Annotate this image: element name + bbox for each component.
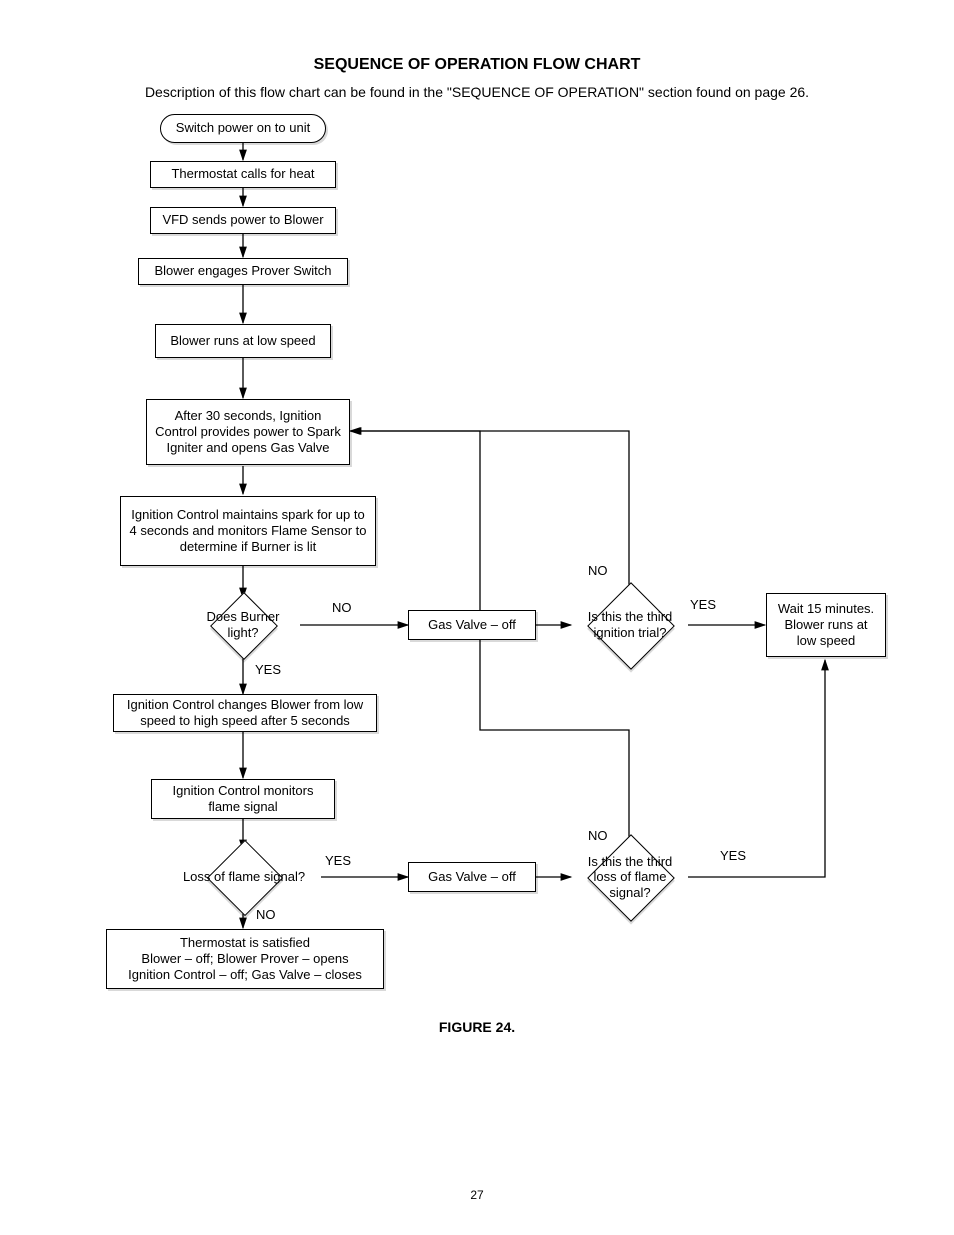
label-no-third-trial: NO bbox=[588, 563, 608, 578]
process-vfd-power: VFD sends power to Blower bbox=[150, 207, 336, 234]
process-ignition-30s: After 30 seconds, Ignition Control provi… bbox=[146, 399, 350, 465]
start-node: Switch power on to unit bbox=[160, 114, 326, 143]
label-yes-third-trial: YES bbox=[690, 597, 716, 612]
terminal-thermostat-satisfied: Thermostat is satisfied Blower – off; Bl… bbox=[106, 929, 384, 989]
process-gas-valve-off-1: Gas Valve – off bbox=[408, 610, 536, 640]
process-blower-low-speed: Blower runs at low speed bbox=[155, 324, 331, 358]
process-prover-switch: Blower engages Prover Switch bbox=[138, 258, 348, 285]
label-yes-loss: YES bbox=[325, 853, 351, 868]
label-no-burner: NO bbox=[332, 600, 352, 615]
decision-third-loss: Is this the third loss of flame signal? bbox=[571, 847, 689, 907]
label-yes-third-loss: YES bbox=[720, 848, 746, 863]
decision-burner-light: Does Burner light? bbox=[197, 602, 289, 648]
process-thermostat-calls: Thermostat calls for heat bbox=[150, 161, 336, 188]
label-no-loss: NO bbox=[256, 907, 276, 922]
label-no-third-loss: NO bbox=[588, 828, 608, 843]
process-maintain-spark: Ignition Control maintains spark for up … bbox=[120, 496, 376, 566]
process-gas-valve-off-2: Gas Valve – off bbox=[408, 862, 536, 892]
page: SEQUENCE OF OPERATION FLOW CHART Descrip… bbox=[0, 0, 954, 1235]
process-wait-15: Wait 15 minutes. Blower runs at low spee… bbox=[766, 593, 886, 657]
label-yes-burner: YES bbox=[255, 662, 281, 677]
process-monitor-flame: Ignition Control monitors flame signal bbox=[151, 779, 335, 819]
decision-loss-flame: Loss of flame signal? bbox=[166, 851, 322, 903]
decision-third-ignition-trial: Is this the third ignition trial? bbox=[571, 595, 689, 655]
process-high-speed: Ignition Control changes Blower from low… bbox=[113, 694, 377, 732]
